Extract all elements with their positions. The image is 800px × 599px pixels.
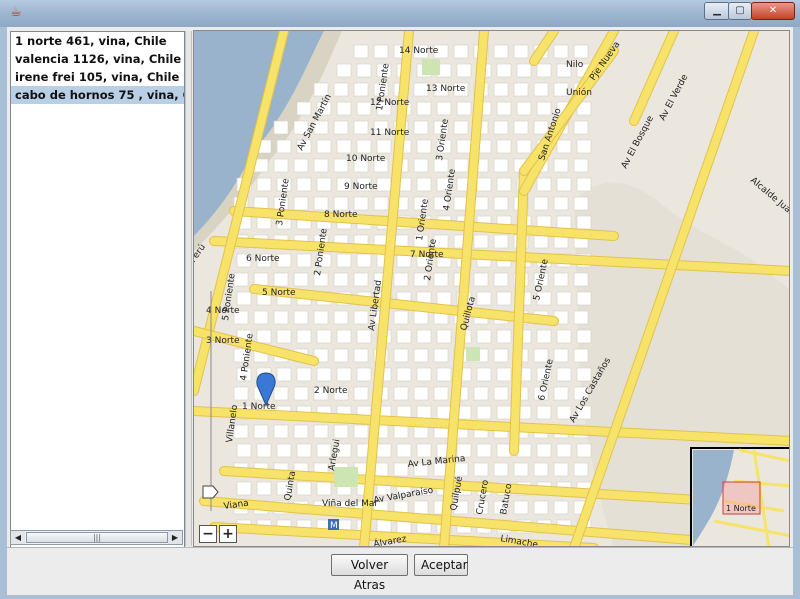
list-item[interactable]: irene frei 105, vina, Chile	[11, 68, 184, 86]
close-button[interactable]: ✕	[751, 2, 795, 20]
maximize-button[interactable]: ▢	[728, 2, 752, 20]
street-label: 13 Norte	[426, 84, 466, 94]
park	[422, 59, 440, 75]
scroll-right-arrow-icon[interactable]: ▶	[168, 531, 182, 544]
park	[466, 347, 480, 361]
back-button[interactable]: Volver Atras	[331, 554, 408, 592]
accept-button[interactable]: Aceptar	[414, 554, 468, 576]
street-label: 6 Norte	[246, 254, 280, 264]
list-item-selected[interactable]: cabo de hornos 75 , vina, Chile	[11, 86, 184, 104]
map-canvas[interactable]: 14 Norte13 Norte12 Norte11 Norte10 Norte…	[194, 31, 790, 547]
split-pane-divider[interactable]	[185, 31, 192, 546]
street-label: Av El Verde	[658, 73, 691, 123]
zoom-in-button[interactable]: +	[219, 525, 237, 543]
park	[334, 467, 358, 487]
street-label: Unión	[566, 87, 592, 98]
overview-label: 1 Norte	[726, 504, 756, 513]
horizontal-scrollbar[interactable]: ◀ ||| ▶	[10, 530, 183, 545]
street-label: Alcalde Juan Pérez	[748, 175, 790, 237]
title-bar: ☕ ▁ ▢ ✕	[0, 0, 800, 27]
zoom-out-button[interactable]: −	[199, 525, 217, 543]
street-label: Nilo	[566, 60, 584, 70]
street-label: 5 Norte	[262, 288, 296, 298]
street-label: 1 Norte	[242, 402, 276, 412]
minimize-button[interactable]: ▁	[704, 2, 730, 20]
map-view[interactable]: 14 Norte 13 Norte 12 Norte 11 Norte 10 Norte…	[193, 30, 790, 547]
address-list[interactable]: 1 norte 461, vina, Chile valencia 1126, …	[10, 31, 185, 548]
metro-label: M	[330, 521, 338, 531]
scrollbar-thumb[interactable]: |||	[26, 532, 168, 543]
list-item[interactable]: valencia 1126, vina, Chile	[11, 50, 184, 68]
scroll-left-arrow-icon[interactable]: ◀	[11, 531, 25, 544]
list-item[interactable]: 1 norte 461, vina, Chile	[11, 32, 184, 50]
street-label: 14 Norte	[399, 46, 439, 56]
street-label: Viña del Mar	[322, 499, 378, 509]
java-app-icon: ☕	[10, 5, 22, 20]
street-label: 9 Norte	[344, 182, 378, 192]
overview-minimap[interactable]: 1 Norte	[690, 447, 790, 547]
street-label: 10 Norte	[346, 154, 386, 164]
zoom-slider-handle[interactable]	[202, 485, 219, 499]
street-label: 8 Norte	[324, 210, 358, 220]
street-label: 11 Norte	[370, 128, 410, 138]
street-label: 2 Norte	[314, 386, 348, 396]
